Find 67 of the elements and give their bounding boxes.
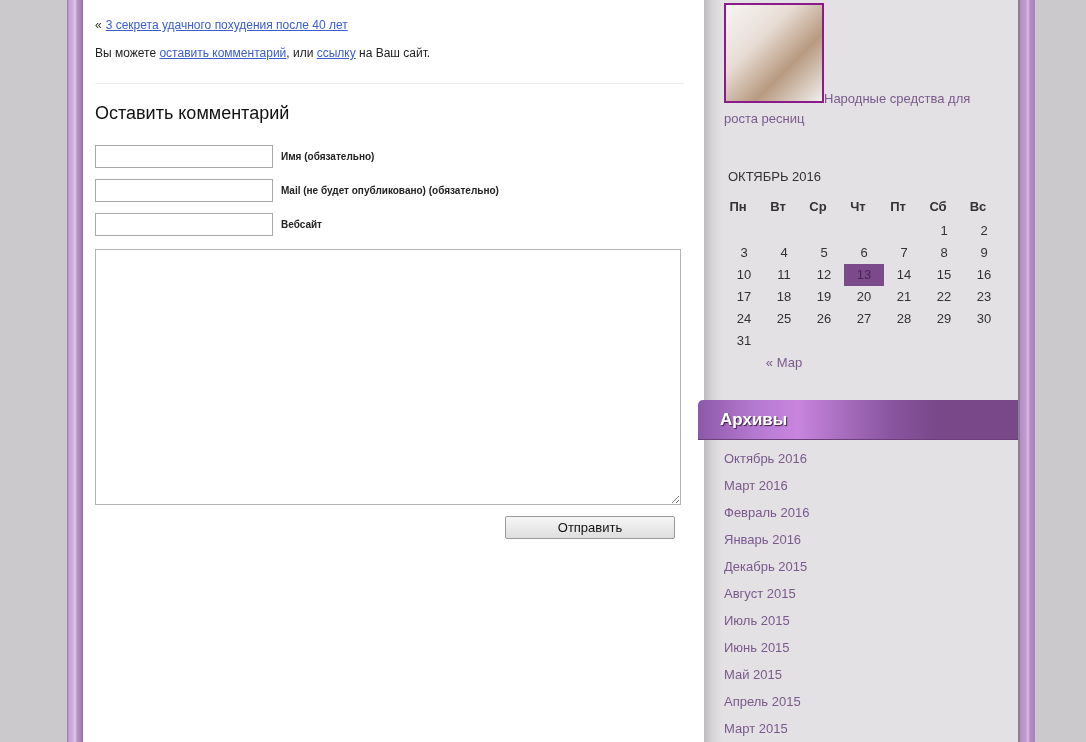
field-label: Вебсайт [281,218,322,232]
archive-link[interactable]: Январь 2016 [724,529,802,550]
weekday-label: Пн [728,198,748,217]
calendar-day: 20 [844,286,884,308]
archive-link[interactable]: Июнь 2015 [724,637,790,658]
archive-link[interactable]: Февраль 2016 [724,502,810,523]
calendar-day: 16 [964,264,1004,286]
weekday-label: Вс [968,198,988,217]
archive-link[interactable]: Декабрь 2015 [724,556,808,577]
calendar-caption: ОКТЯБРЬ 2016 [727,168,822,186]
calendar-day: 2 [964,220,1004,242]
calendar-day: 23 [964,286,1004,308]
calendar-day: 10 [724,264,764,286]
calendar-day: 8 [924,242,964,264]
calendar-day: 5 [804,242,844,264]
form-title: Оставить комментарий [95,102,291,125]
archive-link[interactable]: Июль 2015 [724,610,790,631]
calendar-day: 15 [924,264,964,286]
post-link[interactable]: Народные средства для роста ресниц [724,3,998,129]
weekday-label: Вт [769,198,787,217]
weekday-label: Пт [889,198,907,217]
calendar-day: 14 [884,264,924,286]
input-field[interactable] [95,145,273,168]
calendar-day: 29 [924,308,964,330]
calendar-day: 4 [764,242,804,264]
calendar-day: 18 [764,286,804,308]
comment-note: Вы можете оставить комментарий, или ссылку на Ваш сайт. [95,45,432,62]
calendar-day: 19 [804,286,844,308]
archive-link[interactable]: Март 2016 [724,475,788,496]
input-field[interactable] [95,179,273,202]
photo-placeholder[interactable] [724,3,824,103]
archive-link[interactable]: Апрель 2015 [724,691,801,712]
resize-grip-icon[interactable] [671,495,679,503]
archive-link[interactable]: Октябрь 2016 [724,448,807,469]
archive-link[interactable]: Май 2015 [724,664,782,685]
message-field[interactable] [95,249,681,505]
calendar-day: 27 [844,308,884,330]
weekday-label: Сб [928,198,948,217]
calendar-day: 31 [724,330,764,352]
weekday-label: Ср [808,198,828,217]
calendar-day: 22 [924,286,964,308]
calendar-day: 26 [804,308,844,330]
submit-button[interactable]: Отправить [505,516,675,539]
calendar-day: 12 [804,264,844,286]
calendar-day: 17 [724,286,764,308]
previous-post-link[interactable]: 3 секрета удачного похудения после 40 лет [105,16,348,34]
archive-link[interactable]: Август 2015 [724,583,796,604]
calendar-day: 21 [884,286,924,308]
previous-arrow: « [95,17,102,34]
calendar-day: 30 [964,308,1004,330]
archives-header: Архивы [698,400,1018,440]
text-link[interactable]: ссылку [316,46,356,60]
calendar-day: 28 [884,308,924,330]
calendar-day: 3 [724,242,764,264]
weekday-label: Чт [849,198,867,217]
calendar-day: 11 [764,264,804,286]
previous-month-link[interactable]: « Мар [765,355,803,370]
calendar-day: 9 [964,242,1004,264]
field-label: Имя (обязательно) [281,150,375,164]
input-field[interactable] [95,213,273,236]
calendar-day: 1 [924,220,964,242]
calendar-day: 7 [884,242,924,264]
calendar-day: 24 [724,308,764,330]
archive-link[interactable]: Март 2015 [724,718,788,739]
field-label: Mail (не будет опубликовано) (обязательно) [281,184,499,198]
calendar-day: 6 [844,242,884,264]
calendar-day: 25 [764,308,804,330]
